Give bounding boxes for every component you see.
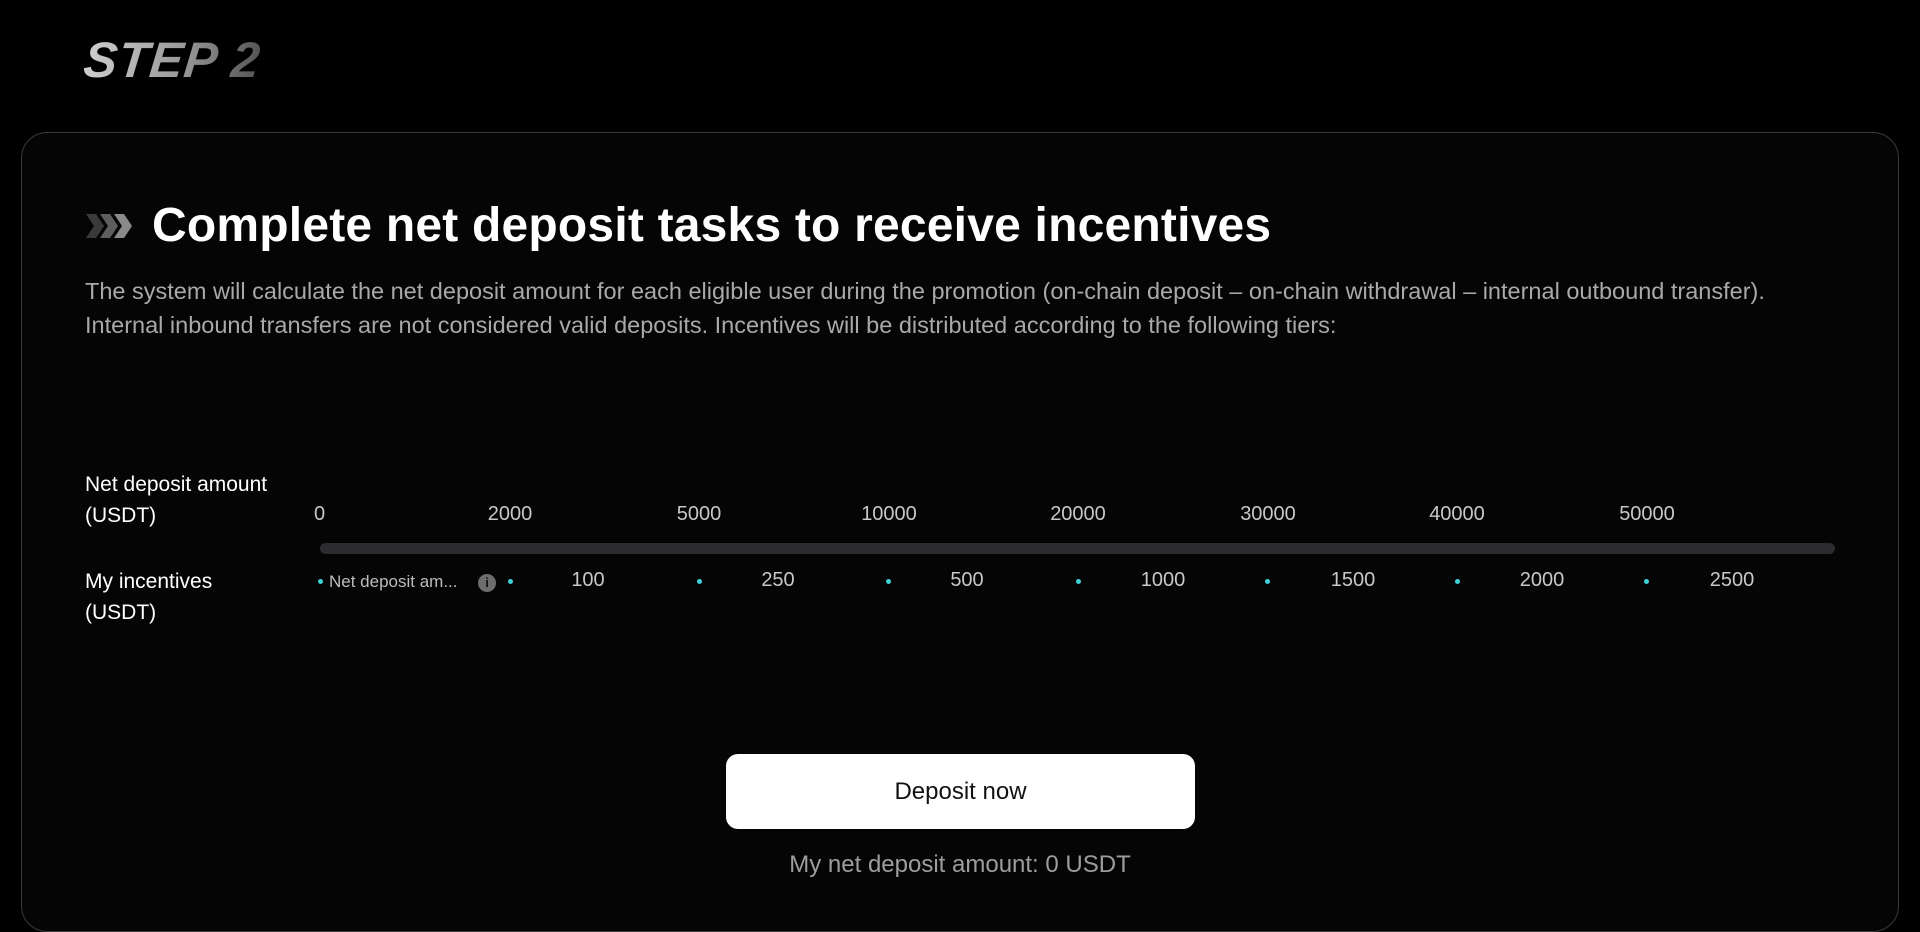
tier-dot [508, 579, 513, 584]
tier-incentive: 1500 [1330, 569, 1376, 591]
tier-dot [1265, 579, 1270, 584]
tier-amount: 30000 [1240, 503, 1296, 525]
step-title: STEP 2 [81, 32, 264, 88]
tier-amount: 0 [314, 503, 326, 525]
info-icon[interactable]: i [478, 574, 496, 592]
tier-dot [886, 579, 891, 584]
task-description: The system will calculate the net deposi… [85, 278, 1765, 338]
headline-text: Complete net deposit tasks to receive in… [152, 199, 1272, 252]
tier-incentive: 2000 [1519, 569, 1565, 591]
tier-amount: 2000 [487, 503, 533, 525]
tier-amount: 5000 [676, 503, 722, 525]
tier-incentive: 100 [571, 569, 605, 591]
progress-track [320, 543, 1835, 554]
tier-dot [1076, 579, 1081, 584]
tier-dot [1455, 579, 1460, 584]
net-deposit-status: My net deposit amount: 0 USDT [789, 851, 1131, 878]
deposit-amount-label-line1: Net deposit amount [85, 473, 268, 496]
deposit-amount-label-line2: (USDT) [85, 504, 157, 527]
tier-incentive: 1000 [1140, 569, 1186, 591]
tier-dot [318, 579, 323, 584]
tier-incentive: 500 [950, 569, 984, 591]
tier-amount: 50000 [1619, 503, 1675, 525]
net-deposit-placeholder: Net deposit am... [329, 572, 458, 591]
incentives-label-line2: (USDT) [85, 601, 157, 624]
tier-amount: 20000 [1050, 503, 1106, 525]
tier-incentive: 2500 [1709, 569, 1755, 591]
task-headline: Complete net deposit tasks to receive in… [84, 196, 1271, 256]
incentives-label-line1: My incentives [85, 570, 213, 593]
chevrons-right-icon [86, 214, 132, 238]
incentives-label: My incentives (USDT) [85, 566, 212, 628]
tier-incentive: 250 [761, 569, 795, 591]
tier-dot [697, 579, 702, 584]
tier-amount: 40000 [1429, 503, 1485, 525]
deposit-amount-label: Net deposit amount (USDT) [85, 469, 267, 531]
deposit-now-button[interactable]: Deposit now [726, 754, 1195, 829]
tier-dot [1644, 579, 1649, 584]
tier-amount: 10000 [861, 503, 917, 525]
